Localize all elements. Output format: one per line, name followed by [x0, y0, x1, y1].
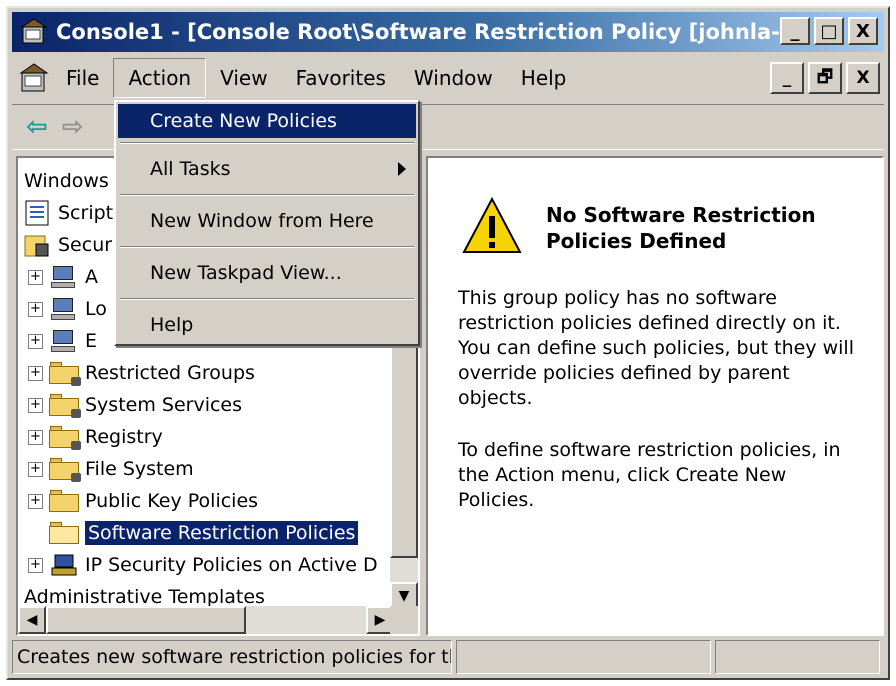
- close-button[interactable]: X: [848, 17, 878, 45]
- locked-folder-icon: [49, 394, 81, 418]
- menu-item-all-tasks[interactable]: All Tasks: [118, 148, 416, 190]
- menu-separator: [120, 194, 414, 196]
- expand-icon[interactable]: +: [28, 429, 43, 445]
- expand-icon[interactable]: +: [28, 557, 43, 573]
- details-pane: No Software Restriction Policies Defined…: [426, 156, 884, 636]
- menu-item-new-taskpad-view[interactable]: New Taskpad View...: [118, 252, 416, 294]
- computer-policy-icon: [49, 296, 79, 322]
- expand-icon[interactable]: +: [28, 269, 43, 285]
- tree-item-file-system[interactable]: + File System: [28, 454, 194, 484]
- define-policies-instructions: To define software restriction policies,…: [458, 439, 841, 511]
- expand-icon[interactable]: +: [28, 461, 43, 477]
- menu-view[interactable]: View: [206, 58, 281, 98]
- tree-item-software-restriction-policies[interactable]: Software Restriction Policies: [49, 518, 359, 548]
- status-text: Creates new software restriction policie…: [12, 640, 452, 674]
- status-panel-3: [715, 640, 880, 674]
- minimize-button[interactable]: _: [780, 17, 810, 45]
- menu-item-help[interactable]: Help: [118, 304, 416, 346]
- menu-separator: [120, 142, 414, 144]
- menu-favorites[interactable]: Favorites: [282, 58, 400, 98]
- ip-security-icon: [49, 552, 79, 578]
- console-menu-icon[interactable]: [18, 61, 52, 95]
- open-folder-icon: [49, 522, 79, 544]
- window-title: Console1 - [Console Root\Software Restri…: [56, 20, 791, 44]
- scrollbar-corner: [390, 606, 418, 634]
- maximize-button[interactable]: □: [814, 17, 844, 45]
- menu-item-new-window-from-here[interactable]: New Window from Here: [118, 200, 416, 242]
- horizontal-scroll-thumb[interactable]: [46, 606, 246, 634]
- status-bar: Creates new software restriction policie…: [12, 640, 884, 676]
- menu-file[interactable]: File: [52, 58, 113, 98]
- title-bar[interactable]: Console1 - [Console Root\Software Restri…: [12, 12, 884, 52]
- tree-item-security-settings[interactable]: Secur: [22, 230, 112, 260]
- warning-icon: [462, 196, 522, 256]
- expand-icon[interactable]: +: [28, 397, 43, 413]
- forward-arrow-icon[interactable]: ⇨: [62, 112, 84, 142]
- menu-action[interactable]: Action: [113, 58, 207, 98]
- locked-folder-icon: [49, 426, 81, 450]
- no-policies-heading: No Software Restriction Policies Defined: [546, 203, 816, 253]
- menu-separator: [120, 298, 414, 300]
- security-settings-icon: [22, 232, 52, 258]
- locked-folder-icon: [49, 362, 81, 386]
- child-restore-button[interactable]: 🗗: [808, 62, 842, 94]
- child-close-button[interactable]: X: [846, 62, 880, 94]
- tree-item-registry[interactable]: + Registry: [28, 422, 163, 452]
- scroll-left-icon[interactable]: ◀: [18, 606, 46, 634]
- child-minimize-button[interactable]: _: [770, 62, 804, 94]
- status-panel-2: [456, 640, 711, 674]
- expand-icon[interactable]: +: [28, 365, 43, 381]
- menu-window[interactable]: Window: [400, 58, 507, 98]
- tree-item-account-policies[interactable]: + A: [28, 262, 98, 292]
- tree-item-ip-security-policies[interactable]: + IP Security Policies on Active D: [28, 550, 378, 580]
- locked-folder-icon: [49, 458, 81, 482]
- computer-policy-icon: [49, 264, 79, 290]
- back-arrow-icon[interactable]: ⇦: [26, 112, 48, 142]
- action-menu-dropdown: Create New Policies All Tasks New Window…: [114, 100, 420, 346]
- tree-item-restricted-groups[interactable]: + Restricted Groups: [28, 358, 255, 388]
- computer-policy-icon: [49, 328, 79, 354]
- menu-separator: [120, 246, 414, 248]
- mmc-app-icon: [20, 17, 50, 47]
- submenu-arrow-icon: [398, 162, 406, 176]
- tree-item-scripts[interactable]: Script: [22, 198, 113, 228]
- tree-item-local-policies[interactable]: + Lo: [28, 294, 107, 324]
- script-icon: [22, 200, 52, 226]
- menu-bar: File Action View Favorites Window Help _…: [12, 56, 884, 100]
- expand-icon[interactable]: +: [28, 301, 43, 317]
- no-policies-description: This group policy has no software restri…: [458, 287, 854, 409]
- tree-item-windows-settings[interactable]: Windows: [24, 166, 109, 196]
- menu-item-create-new-policies[interactable]: Create New Policies: [118, 104, 416, 138]
- expand-icon[interactable]: +: [28, 333, 43, 349]
- folder-icon: [49, 490, 79, 512]
- expand-icon[interactable]: +: [28, 493, 43, 509]
- tree-item-event-log[interactable]: + E: [28, 326, 97, 356]
- menu-help[interactable]: Help: [507, 58, 581, 98]
- tree-item-public-key-policies[interactable]: + Public Key Policies: [28, 486, 258, 516]
- tree-item-system-services[interactable]: + System Services: [28, 390, 242, 420]
- tree-horizontal-scrollbar[interactable]: ◀ ▶: [18, 606, 394, 634]
